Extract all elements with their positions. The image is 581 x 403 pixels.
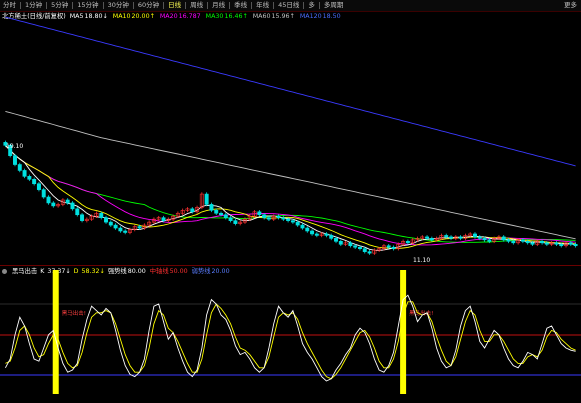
candle-body — [310, 230, 315, 235]
ma30-line — [5, 144, 576, 243]
high-price-label: 19.10 — [6, 143, 23, 150]
candle-body — [348, 242, 353, 247]
candle-body — [449, 236, 453, 239]
candle-body — [386, 245, 391, 248]
candle-body — [568, 242, 573, 245]
candle-body — [511, 241, 516, 244]
candle-body — [281, 217, 286, 220]
candle-body — [362, 248, 367, 252]
candle-body — [65, 199, 70, 204]
candle-body — [520, 239, 525, 242]
candle-body — [204, 193, 209, 205]
candle-body — [118, 227, 123, 232]
candle-body — [190, 208, 195, 213]
ma10-line — [5, 144, 576, 250]
candle-body — [300, 224, 305, 229]
stock-chart[interactable]: 19.1011.10 黑马出击! 黑马出击! — [0, 0, 581, 403]
candle-body — [209, 204, 214, 211]
candle-body — [324, 233, 329, 236]
candle-body — [501, 236, 506, 241]
candle-body — [219, 212, 223, 216]
candle-body — [75, 208, 80, 216]
candle-body — [482, 238, 487, 241]
candle-body — [544, 242, 549, 245]
candle-body — [487, 239, 492, 242]
candle-body — [530, 242, 535, 245]
candle-body — [27, 176, 32, 180]
candle-body — [554, 242, 559, 245]
candle-body — [161, 217, 166, 221]
candle-body — [314, 233, 319, 236]
candle-body — [506, 239, 511, 242]
candle-body — [367, 251, 372, 254]
candle-body — [108, 221, 113, 226]
candle-body — [233, 220, 238, 224]
ma5-line — [5, 144, 576, 251]
candle-body — [353, 245, 358, 248]
candle-body — [22, 170, 27, 177]
candle-body — [51, 202, 56, 207]
candle-body — [17, 164, 22, 171]
candle-body — [276, 215, 281, 218]
candle-body — [113, 224, 118, 229]
candle-body — [223, 214, 228, 218]
candle-body — [41, 189, 46, 198]
signal-bar — [400, 270, 407, 394]
signal-label: 黑马出击! — [62, 309, 86, 317]
candle-body — [13, 155, 17, 165]
candle-body — [46, 196, 51, 204]
candle-body — [329, 235, 334, 239]
candle-body — [477, 236, 482, 239]
candle-body — [425, 236, 430, 239]
ma60-line — [5, 110, 576, 240]
candle-body — [257, 211, 262, 216]
candle-body — [99, 212, 104, 218]
candle-body — [405, 241, 410, 244]
candle-body — [266, 217, 271, 220]
candle-body — [137, 226, 142, 229]
candle-body — [559, 243, 564, 247]
candle-body — [473, 233, 477, 238]
candle-body — [458, 236, 463, 239]
candle-body — [262, 214, 267, 218]
candle-body — [358, 246, 362, 250]
candle-body — [290, 220, 295, 223]
ma120-line — [5, 16, 576, 167]
ma20-line — [5, 144, 576, 246]
candle-body — [525, 241, 530, 244]
k-line — [5, 294, 576, 382]
candle-body — [123, 230, 128, 233]
candle-body — [104, 217, 108, 223]
candle-body — [444, 235, 449, 238]
low-price-label: 11.10 — [413, 257, 430, 264]
candle-body — [338, 241, 343, 245]
candle-body — [391, 246, 396, 250]
candle-body — [80, 214, 85, 221]
candle-body — [295, 221, 300, 226]
candle-body — [334, 238, 338, 242]
candle-body — [70, 202, 75, 210]
candle-body — [573, 243, 578, 247]
candle-body — [305, 227, 310, 232]
candle-body — [228, 217, 233, 221]
candle-body — [286, 218, 291, 221]
candle-body — [36, 183, 41, 190]
candle-body — [32, 179, 37, 185]
candle-body — [429, 238, 434, 241]
candle-body — [540, 241, 545, 244]
candle-body — [214, 210, 219, 214]
